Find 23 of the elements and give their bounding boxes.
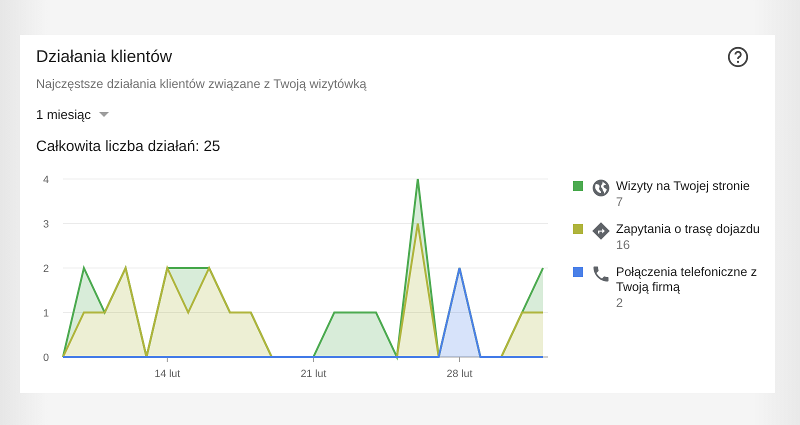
directions-icon: [591, 221, 611, 241]
x-tick-label: 14 lut: [154, 368, 180, 380]
legend-count: 2: [616, 295, 624, 311]
total-actions: Całkowita liczba działań: 25: [36, 138, 222, 155]
help-icon[interactable]: [727, 46, 749, 68]
legend-label: Wizyty na Twojej stronie: [616, 179, 751, 194]
legend-label: Połączenia telefoniczne z Twoją firmą: [616, 265, 758, 295]
y-tick-label: 0: [43, 352, 49, 364]
globe-icon: [591, 178, 611, 198]
y-tick-label: 3: [43, 218, 49, 230]
y-tick-label: 4: [43, 174, 49, 186]
y-tick-label: 2: [43, 263, 49, 275]
legend-label: Zapytania o trasę dojazdu: [616, 222, 761, 237]
phone-icon: [591, 264, 611, 284]
caret-icon: [98, 112, 109, 118]
x-tick-label: 28 lut: [446, 368, 472, 380]
legend-count: 7: [616, 194, 624, 210]
period-dropdown[interactable]: 1 miesiąc: [36, 107, 109, 122]
legend-count: 16: [616, 237, 631, 253]
card-title: Działania klientów: [36, 46, 174, 68]
y-tick-label: 1: [43, 308, 49, 320]
x-tick-label: 21 lut: [300, 368, 326, 380]
card-subtitle: Najczęstsze działania klientów związane z Twoją wizytówką: [36, 77, 366, 91]
